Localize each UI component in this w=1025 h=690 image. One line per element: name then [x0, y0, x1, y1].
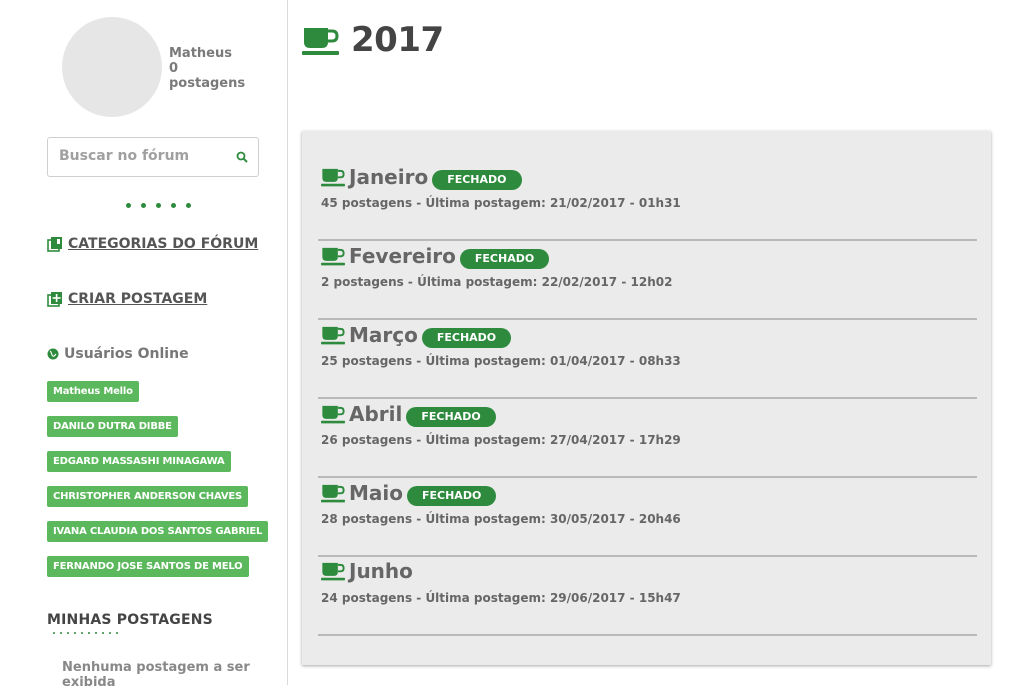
profile-info: Matheus 0 postagens [169, 46, 245, 91]
page-heading: 2017 [302, 20, 444, 60]
status-badge: FECHADO [406, 407, 496, 427]
online-user-badge[interactable]: Matheus Mello [47, 381, 139, 402]
categories-label[interactable]: CATEGORIAS DO FÓRUM [68, 236, 258, 252]
search-input[interactable] [59, 148, 229, 164]
create-post-link[interactable]: CRIAR POSTAGEM [47, 291, 207, 307]
month-title-link[interactable]: Janeiro [349, 165, 428, 189]
coffee-cup-icon [302, 27, 339, 55]
status-badge: FECHADO [459, 249, 550, 269]
month-info: 24 postagens - Última postagem: 29/06/20… [321, 591, 681, 605]
search-icon[interactable] [236, 151, 248, 163]
divider-dots [126, 203, 210, 211]
month-title-link[interactable]: Março [349, 323, 418, 347]
profile-post-count: 0 [169, 61, 179, 76]
online-user-badge[interactable]: IVANA CLAUDIA DOS SANTOS GABRIEL [47, 521, 269, 542]
month-title-link[interactable]: Maio [349, 481, 403, 505]
month-title-link[interactable]: Abril [349, 402, 402, 426]
month-row[interactable]: Fevereiro FECHADO 2 postagens - Última p… [318, 241, 977, 320]
month-info: 28 postagens - Última postagem: 30/05/20… [321, 512, 681, 526]
month-row[interactable]: Janeiro FECHADO 45 postagens - Última po… [318, 162, 977, 241]
month-info: 45 postagens - Última postagem: 21/02/20… [321, 196, 681, 210]
month-info: 2 postagens - Última postagem: 22/02/201… [321, 275, 673, 289]
status-badge: FECHADO [407, 486, 497, 506]
status-badge: FECHADO [421, 328, 512, 348]
search-box [47, 137, 259, 177]
profile-name[interactable]: Matheus [169, 46, 245, 61]
coffee-cup-icon [321, 247, 345, 266]
coffee-cup-icon [321, 562, 345, 581]
month-info: 25 postagens - Última postagem: 01/04/20… [321, 354, 681, 368]
coffee-cup-icon [321, 484, 345, 503]
coffee-cup-icon [321, 326, 345, 345]
add-post-icon [47, 292, 62, 307]
profile-post-label: postagens [169, 76, 246, 91]
months-panel: Janeiro FECHADO 45 postagens - Última po… [302, 131, 991, 665]
online-user-badge[interactable]: DANILO DUTRA DIBBE [47, 416, 178, 437]
coffee-cup-icon [321, 405, 345, 424]
my-posts-underline [53, 632, 118, 634]
month-info: 26 postagens - Última postagem: 27/04/20… [321, 433, 681, 447]
coffee-cup-icon [321, 168, 345, 187]
book-icon [47, 237, 62, 252]
categories-link[interactable]: CATEGORIAS DO FÓRUM [47, 236, 258, 252]
month-row[interactable]: Abril FECHADO 26 postagens - Última post… [318, 399, 977, 478]
online-users-label: Usuários Online [64, 346, 189, 362]
month-title-link[interactable]: Fevereiro [349, 244, 456, 268]
avatar[interactable] [62, 17, 162, 117]
status-badge: FECHADO [432, 170, 522, 190]
globe-icon [47, 348, 59, 360]
sidebar: Matheus 0 postagens CATEGORIAS DO FÓRUM … [0, 0, 288, 690]
month-row[interactable]: Março FECHADO 25 postagens - Última post… [318, 320, 977, 399]
online-user-badge[interactable]: FERNANDO JOSE SANTOS DE MELO [47, 556, 249, 577]
online-users-list: Matheus Mello DANILO DUTRA DIBBE EDGARD … [47, 381, 269, 591]
online-user-badge[interactable]: EDGARD MASSASHI MINAGAWA [47, 451, 231, 472]
online-users-title: Usuários Online [47, 346, 189, 362]
page-title: 2017 [351, 20, 444, 60]
no-posts-text: Nenhuma postagem a ser exibida [62, 660, 250, 690]
online-user-badge[interactable]: CHRISTOPHER ANDERSON CHAVES [47, 486, 248, 507]
month-row[interactable]: Maio FECHADO 28 postagens - Última posta… [318, 478, 977, 557]
my-posts-title: MINHAS POSTAGENS [47, 612, 213, 628]
create-post-label[interactable]: CRIAR POSTAGEM [68, 291, 207, 307]
month-title-link[interactable]: Junho [349, 559, 413, 583]
month-row[interactable]: Junho 24 postagens - Última postagem: 29… [318, 557, 977, 636]
